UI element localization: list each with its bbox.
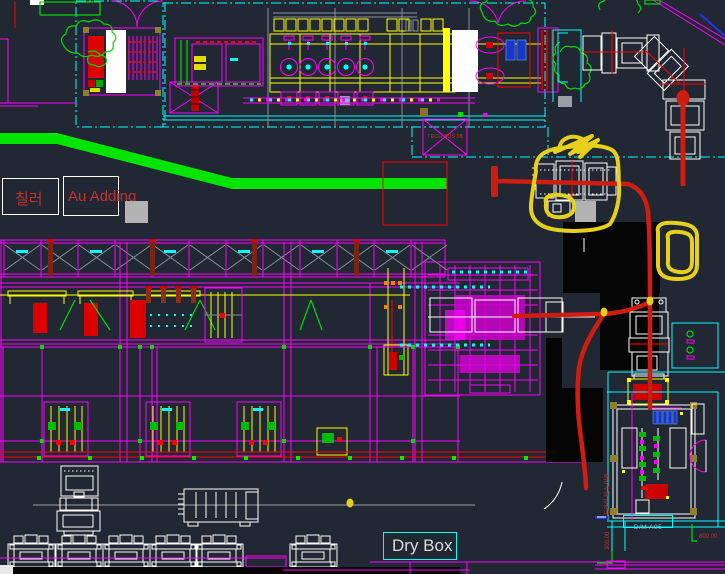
- red-outline-box: [383, 162, 447, 225]
- chiller-label-box[interactable]: 칠러: [2, 178, 59, 215]
- cad-drawing-canvas[interactable]: 칠러 Au Adding TECH BUS 08 Dry Box D/M A05…: [0, 0, 725, 574]
- boundary-lines: [76, 1, 725, 157]
- right-transfer-chain: [558, 0, 725, 159]
- cad-linework: [0, 0, 725, 574]
- horizontal-dimension-text: 800.00: [699, 534, 717, 540]
- dry-box-label-box[interactable]: Dry Box: [383, 532, 457, 560]
- au-adding-label-box[interactable]: Au Adding: [63, 176, 119, 216]
- bottom-carts: [0, 466, 725, 574]
- vertical-dimension-text: 300.00: [605, 532, 611, 550]
- gray-patch: [125, 201, 148, 223]
- top-left-equipment: [0, 0, 218, 113]
- dm-axis-label-text: D/M A05: [634, 524, 662, 531]
- furnace-line: [111, 1, 581, 107]
- blackout-regions: [546, 222, 660, 462]
- chiller-label-text: 칠러: [15, 188, 43, 209]
- relocation-note-text: 드라이 박스 이동: [602, 473, 611, 515]
- tech-bus-label-text: TECH BUS 08: [425, 134, 465, 140]
- dm-axis-label-box: D/M A05: [623, 515, 673, 528]
- dry-box-label-text: Dry Box: [392, 536, 452, 556]
